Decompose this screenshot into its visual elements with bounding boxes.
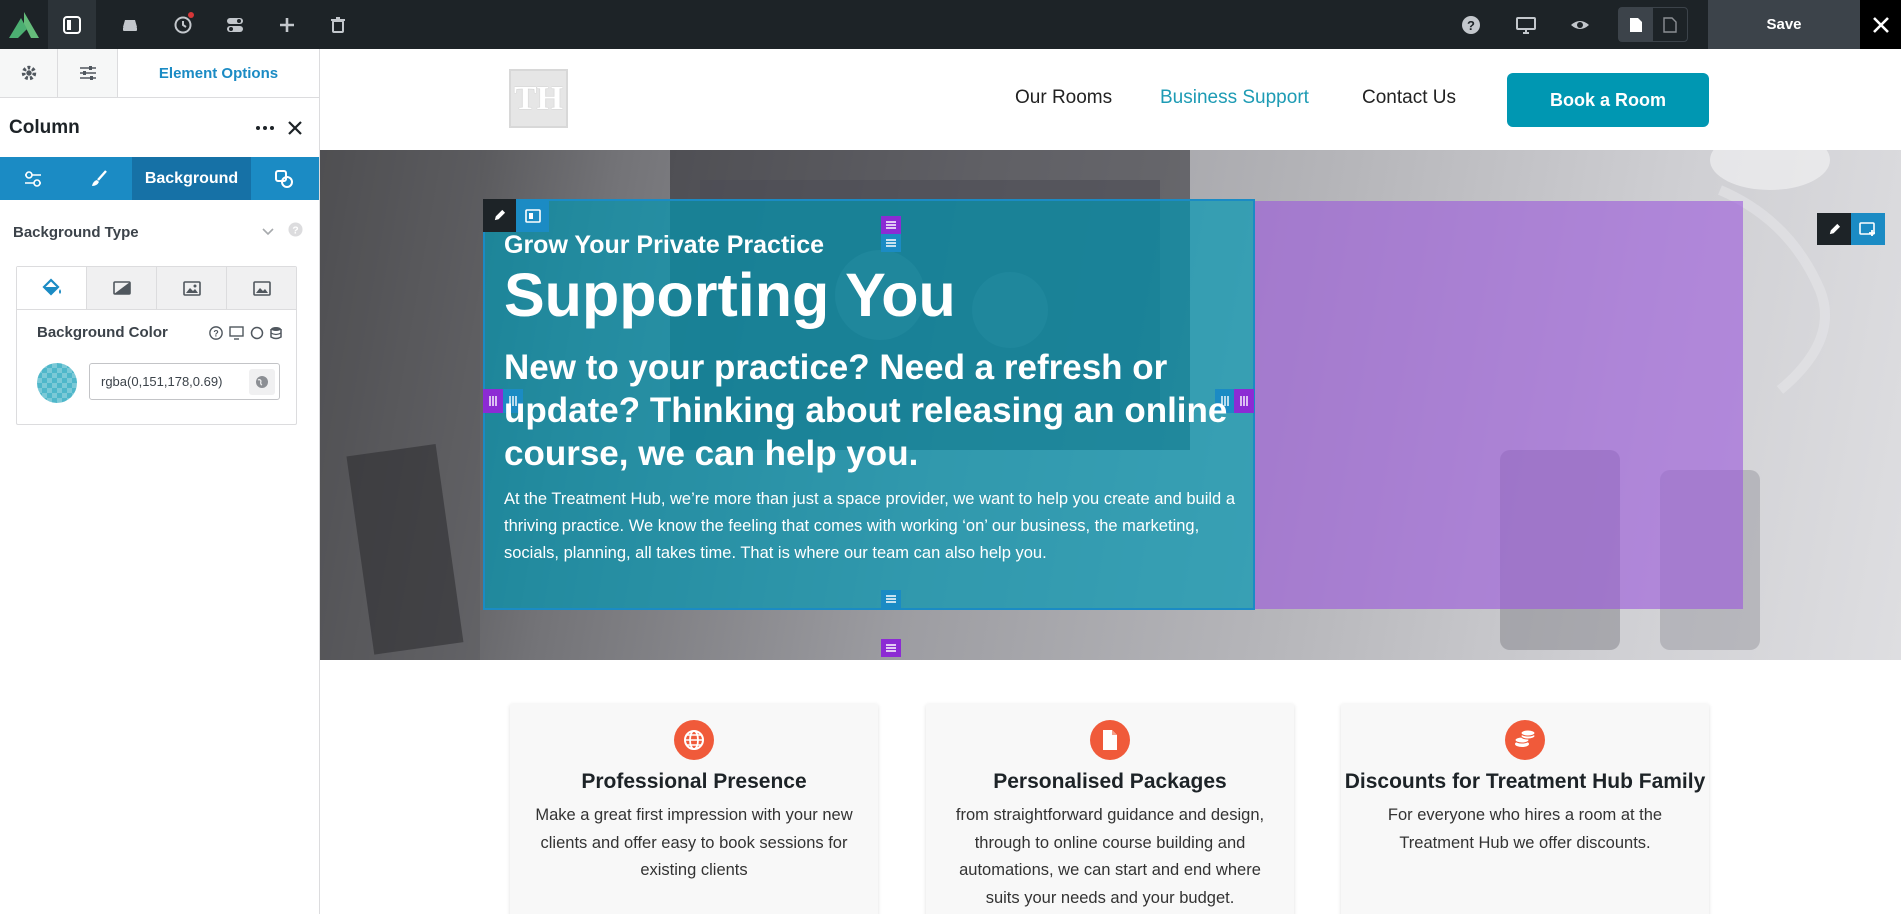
panel-header: Column [0, 98, 319, 157]
library-icon[interactable] [106, 0, 154, 49]
container-settings-icon[interactable] [1851, 213, 1885, 245]
help-icon[interactable]: ? [1447, 0, 1495, 49]
chevron-down-icon[interactable] [262, 223, 274, 241]
tab-element-options[interactable]: Element Options [118, 49, 319, 97]
paint-bucket-icon[interactable] [17, 267, 86, 309]
extras-icon[interactable] [251, 157, 317, 200]
video-image-icon[interactable] [226, 267, 296, 309]
svg-text:?: ? [213, 328, 218, 338]
save-button[interactable]: Save [1708, 0, 1860, 49]
hero-section: Grow Your Private Practice Supporting Yo… [320, 150, 1901, 660]
drag-handle-icon[interactable] [881, 216, 901, 234]
desktop-preview-icon[interactable] [1502, 0, 1550, 49]
drag-handle-icon[interactable] [881, 234, 901, 252]
resize-bottom-handle-icon[interactable] [881, 590, 901, 608]
responsive-desktop-icon[interactable] [229, 325, 244, 340]
background-color-label: Background Color [37, 324, 168, 341]
feature-title: Personalised Packages [993, 770, 1227, 793]
element-options-sidebar: Element Options Column Background Backgr… [0, 49, 320, 914]
design-brush-icon[interactable] [66, 157, 132, 200]
background-type-selector [17, 267, 296, 310]
feature-card: Discounts for Treatment Hub Family For e… [1341, 704, 1709, 914]
hero-lead-text: New to your practice? Need a refresh or … [504, 348, 1228, 473]
trash-icon[interactable] [314, 0, 362, 49]
sliders-icon[interactable] [58, 49, 118, 97]
column-library-icon[interactable] [516, 199, 549, 232]
general-sliders-icon[interactable] [0, 157, 66, 200]
feature-text: from straightforward guidance and design… [955, 806, 1265, 907]
builder-toolbar: ? Save [0, 0, 1901, 49]
nav-our-rooms[interactable]: Our Rooms [1015, 87, 1112, 109]
state-circle-icon[interactable] [250, 326, 264, 340]
image-column-overlay[interactable] [1254, 201, 1743, 609]
global-color-icon[interactable] [249, 369, 275, 395]
history-icon[interactable] [159, 0, 207, 49]
svg-text:?: ? [1467, 18, 1475, 33]
color-value-input[interactable] [90, 374, 240, 389]
sidebar-toggle-icon[interactable] [48, 0, 96, 49]
help-circle-icon[interactable]: ? [209, 325, 223, 340]
feature-card: Professional Presence Make a great first… [510, 704, 878, 914]
edit-container-pencil-icon[interactable] [1817, 213, 1851, 245]
feature-text: For everyone who hires a room at the Tre… [1387, 806, 1663, 852]
background-type-row: Background Type ? [13, 222, 303, 242]
features-section: Professional Presence Make a great first… [320, 660, 1901, 914]
container-resize-handle-icon[interactable] [881, 639, 901, 657]
option-subtabs: Background [0, 157, 319, 200]
toggles-icon[interactable] [211, 0, 259, 49]
book-room-button[interactable]: Book a Room [1507, 73, 1709, 127]
notification-badge [188, 12, 194, 18]
nav-business-support[interactable]: Business Support [1160, 87, 1309, 109]
hero-body-text: At the Treatment Hub, we’re more than ju… [504, 490, 1235, 562]
sidebar-tabs: Element Options [0, 49, 319, 98]
more-options-icon[interactable] [250, 113, 280, 143]
nav-contact-us[interactable]: Contact Us [1362, 87, 1456, 109]
help-circle-icon[interactable]: ? [288, 222, 303, 242]
site-header: TH Our Rooms Business Support Contact Us… [320, 49, 1901, 150]
document-icon [1090, 720, 1130, 760]
color-value-field[interactable] [89, 363, 280, 400]
color-swatch[interactable] [37, 363, 77, 403]
feature-card: Personalised Packages from straightforwa… [926, 704, 1294, 914]
feature-title: Professional Presence [581, 770, 807, 793]
page-icon[interactable] [1619, 8, 1653, 41]
container-edit-controls [1817, 213, 1885, 245]
dynamic-data-icon[interactable] [270, 326, 282, 340]
background-options-panel: Background Color ? [16, 266, 297, 425]
gradient-icon[interactable] [86, 267, 156, 309]
image-icon[interactable] [156, 267, 226, 309]
edit-column-pencil-icon[interactable] [483, 199, 516, 232]
tab-background[interactable]: Background [132, 157, 251, 200]
hero-subtitle: Grow Your Private Practice [504, 231, 825, 259]
coins-icon [1505, 720, 1545, 760]
site-logo[interactable]: TH [509, 69, 568, 128]
globe-icon [674, 720, 714, 760]
eye-preview-icon[interactable] [1556, 0, 1604, 49]
feature-title: Discounts for Treatment Hub Family [1344, 770, 1706, 793]
panel-title: Column [9, 116, 80, 138]
column-left-handle-icon[interactable] [483, 389, 503, 413]
feature-text: Make a great first impression with your … [535, 806, 853, 879]
settings-gear-icon[interactable] [0, 49, 58, 97]
svg-text:?: ? [292, 225, 298, 236]
close-icon[interactable] [1860, 0, 1901, 49]
background-color-row: Background Color ? [37, 324, 282, 341]
page-switcher [1618, 7, 1688, 42]
page-blank-icon[interactable] [1653, 8, 1687, 41]
hero-title: Supporting You [504, 261, 956, 329]
avada-logo-icon[interactable] [0, 0, 48, 49]
background-type-label: Background Type [13, 223, 139, 241]
close-panel-icon[interactable] [280, 113, 310, 143]
add-icon[interactable] [263, 0, 311, 49]
builder-canvas: TH Our Rooms Business Support Contact Us… [320, 49, 1901, 914]
